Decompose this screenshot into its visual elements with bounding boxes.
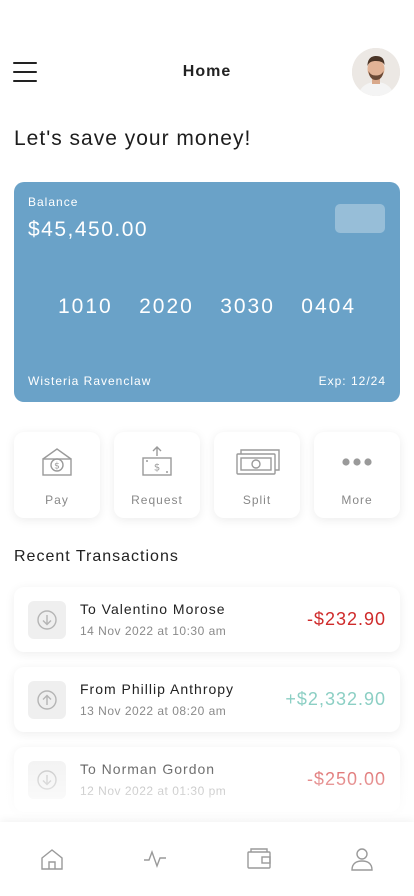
transaction-item[interactable]: To Norman Gordon 12 Nov 2022 at 01:30 pm…: [14, 747, 400, 812]
quick-actions: $ Pay $ Request Split More: [14, 432, 400, 518]
tab-wallet[interactable]: [207, 822, 311, 896]
transaction-amount: +$2,332.90: [285, 689, 386, 709]
recent-transactions-title: Recent Transactions: [14, 548, 179, 565]
avatar[interactable]: [352, 48, 400, 96]
profile-icon: [351, 848, 373, 871]
card-expiry: Exp: 12/24: [318, 374, 386, 388]
transaction-item[interactable]: From Phillip Anthropy 13 Nov 2022 at 08:…: [14, 667, 400, 732]
pay-button[interactable]: $ Pay: [14, 432, 100, 518]
split-button[interactable]: Split: [214, 432, 300, 518]
request-button[interactable]: $ Request: [114, 432, 200, 518]
request-label: Request: [131, 493, 183, 507]
activity-icon: [144, 849, 167, 869]
transaction-date: 12 Nov 2022 at 01:30 pm: [80, 784, 227, 798]
wallet-icon: [247, 848, 271, 869]
transaction-amount: -$232.90: [306, 609, 386, 629]
transaction-date: 14 Nov 2022 at 10:30 am: [80, 624, 227, 638]
balance-label: Balance: [28, 195, 79, 209]
arrow-down-circle-icon: [28, 601, 66, 639]
bottom-tab-bar: [0, 822, 414, 896]
avatar-photo: [352, 48, 400, 96]
card-chip-icon: [335, 204, 385, 233]
request-icon: $: [142, 446, 172, 476]
arrow-down-circle-icon: [28, 761, 66, 799]
pay-label: Pay: [45, 493, 69, 507]
card-holder: Wisteria Ravenclaw: [28, 374, 152, 388]
split-icon: [236, 449, 280, 475]
arrow-up-circle-icon: [28, 681, 66, 719]
balance-value: $45,450.00: [28, 218, 149, 241]
card-number-group: 3030: [220, 295, 275, 318]
more-label: More: [341, 493, 373, 507]
headline: Let's save your money!: [14, 127, 252, 150]
svg-text:$: $: [154, 463, 160, 474]
transaction-name: To Norman Gordon: [80, 761, 216, 777]
tab-activity[interactable]: [104, 822, 208, 896]
app-header: Home: [0, 48, 414, 98]
pay-icon: $: [42, 448, 72, 476]
transaction-item[interactable]: To Valentino Morose 14 Nov 2022 at 10:30…: [14, 587, 400, 652]
card-number-group: 0404: [301, 295, 356, 318]
card-number-group: 2020: [139, 295, 194, 318]
card-number-group: 1010: [58, 295, 113, 318]
transaction-name: To Valentino Morose: [80, 601, 226, 617]
transaction-date: 13 Nov 2022 at 08:20 am: [80, 704, 227, 718]
more-icon: [342, 458, 372, 466]
split-label: Split: [242, 493, 272, 507]
transaction-amount: -$250.00: [306, 769, 386, 789]
svg-text:$: $: [54, 462, 60, 472]
more-button[interactable]: More: [314, 432, 400, 518]
home-icon: [41, 849, 63, 870]
transaction-name: From Phillip Anthropy: [80, 681, 235, 697]
balance-card[interactable]: Balance $45,450.00 1010 2020 3030 0404 W…: [14, 182, 400, 402]
tab-home[interactable]: [0, 822, 104, 896]
tab-profile[interactable]: [311, 822, 414, 896]
card-number: 1010 2020 3030 0404: [58, 295, 356, 319]
